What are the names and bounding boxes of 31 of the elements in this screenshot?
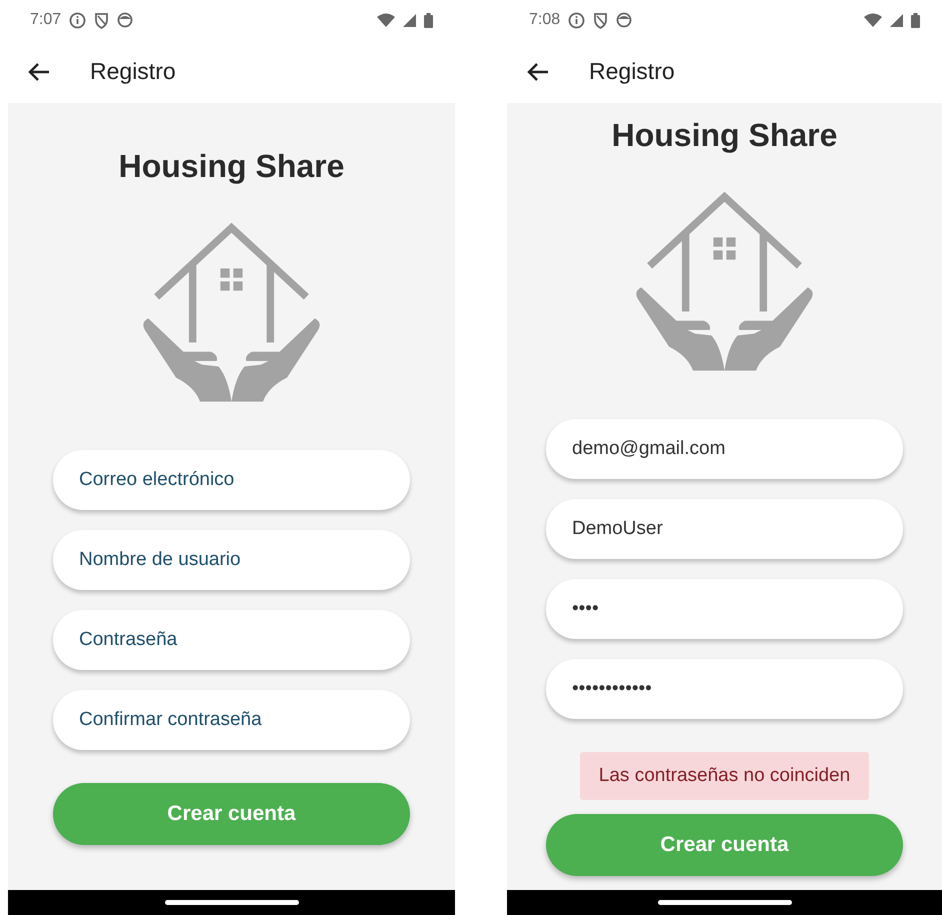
shield-icon [593, 12, 608, 28]
app-name: Housing Share [612, 117, 838, 154]
error-message: Las contraseñas no coinciden [580, 752, 869, 800]
app-name: Housing Share [118, 148, 344, 185]
info-icon [69, 12, 86, 28]
battery-icon [911, 12, 920, 28]
back-arrow-icon[interactable] [28, 62, 50, 82]
info-icon [568, 12, 586, 28]
home-handle[interactable] [164, 900, 298, 905]
input-field[interactable]: Confirmar contraseña [53, 690, 410, 750]
input-field[interactable]: DemoUser [546, 499, 903, 559]
shield-icon [94, 12, 110, 28]
status-time: 7:08 [529, 11, 560, 29]
signal-icon [403, 14, 416, 26]
input-field[interactable]: •••• [546, 579, 903, 639]
input-field[interactable]: •••••••••••• [546, 659, 903, 719]
home-handle[interactable] [658, 900, 792, 905]
screen-title: Registro [589, 58, 675, 85]
wifi-icon [864, 13, 882, 27]
face-icon [117, 12, 134, 28]
input-field[interactable]: demo@gmail.com [546, 419, 903, 479]
input-field[interactable]: Nombre de usuario [53, 530, 410, 590]
battery-icon [424, 12, 433, 28]
wifi-icon [377, 13, 395, 27]
back-arrow-icon[interactable] [527, 62, 549, 82]
signal-icon [890, 14, 903, 26]
face-icon [616, 12, 632, 28]
screen-title: Registro [90, 58, 176, 85]
input-field[interactable]: Contraseña [53, 610, 410, 670]
status-time: 7:07 [30, 11, 62, 29]
input-field[interactable]: Correo electrónico [53, 450, 410, 510]
